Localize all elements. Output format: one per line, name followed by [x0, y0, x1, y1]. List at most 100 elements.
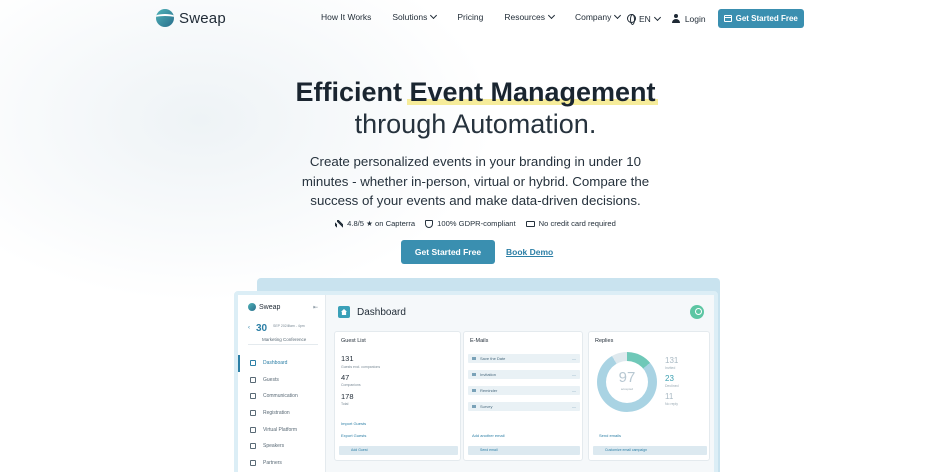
companion-label: Companions [341, 383, 361, 387]
email-invitation[interactable]: Invitation [468, 370, 580, 379]
hero-cta-row: Get Started Free Book Demo [401, 240, 553, 264]
user-icon [672, 14, 681, 23]
nav-label: Solutions [392, 12, 428, 22]
invited-label: Invited [665, 366, 676, 370]
book-demo-link[interactable]: Book Demo [506, 247, 553, 257]
event-name: Marketing Conference [262, 337, 307, 342]
no-reply-label: No reply [665, 402, 679, 406]
get-started-button[interactable]: Get Started Free [401, 240, 495, 264]
home-icon [338, 306, 350, 318]
nav-company[interactable]: Company [574, 11, 622, 22]
sweap-logo[interactable]: Sweap [156, 9, 226, 27]
nav-pricing[interactable]: Pricing [457, 12, 483, 22]
sidebar-item-label: Communication [263, 393, 298, 400]
companion-count: 47 [341, 373, 350, 382]
add-guest-button[interactable]: Add Guest [339, 446, 458, 455]
sidebar-item-registration[interactable]: Registration [238, 405, 326, 422]
email-survey[interactable]: Survey [468, 402, 580, 411]
sidebar-item-label: Dashboard [263, 360, 288, 367]
sidebar-item-virtual-platform[interactable]: Virtual Platform [238, 421, 326, 438]
globe-icon [627, 14, 636, 25]
credit-card-icon [525, 220, 535, 227]
add-email-link[interactable]: Add another email [472, 433, 504, 438]
hero-title-line1: Efficient Event Management [295, 77, 658, 107]
sidebar-item-guests[interactable]: Guests [238, 372, 326, 389]
send-email-button[interactable]: Send email [468, 446, 580, 455]
speaker-icon [250, 443, 256, 450]
declined-label: Declined [665, 384, 679, 388]
export-guests-link[interactable]: Export Guests [341, 433, 366, 438]
card-title: Replies [595, 338, 614, 344]
sidebar-item-label: Speakers [263, 443, 285, 450]
login-link[interactable]: Login [672, 14, 706, 24]
total-label: Total [341, 402, 349, 406]
sidebar-item-label: Partners [263, 459, 282, 466]
nav-right: EN Login Get Started Free [627, 9, 804, 28]
send-emails-link[interactable]: Send emails [599, 433, 621, 438]
form-icon [250, 410, 256, 417]
sidebar-item-communication[interactable]: Communication [238, 388, 326, 405]
language-selector[interactable]: EN [627, 13, 661, 25]
login-label: Login [684, 13, 706, 24]
declined-count: 23 [665, 374, 674, 383]
email-reminder[interactable]: Reminder [468, 386, 580, 395]
accepted-percent: 97 [618, 369, 636, 386]
no-reply-count: 11 [665, 392, 674, 401]
dashboard-sidebar: Sweap ⇤ ‹ 30 SEP 2024 9am - 4pm Marketin… [238, 295, 326, 472]
sidebar-item-speakers[interactable]: Speakers [238, 438, 326, 455]
sweap-logo-icon [248, 303, 256, 311]
nav-label: How It Works [321, 12, 372, 22]
import-guests-link[interactable]: Import Guests [341, 421, 366, 426]
avatar[interactable] [690, 305, 704, 319]
sidebar-item-label: Virtual Platform [263, 426, 298, 433]
event-selector[interactable]: ‹ 30 SEP 2024 9am - 4pm Marketing Confer… [248, 321, 318, 345]
sidebar-item-label: Guests [263, 376, 279, 383]
top-navigation: Sweap How It Works Solutions Pricing Res… [0, 0, 951, 36]
total-count: 178 [341, 392, 354, 401]
card-title: Guest List [341, 338, 366, 344]
nav-how-it-works[interactable]: How It Works [321, 12, 371, 22]
sidebar-item-label: Registration [263, 410, 290, 417]
brand-name: Sweap [179, 9, 226, 27]
dashboard-title: Dashboard [357, 306, 406, 318]
hero-subtitle: Create personalized events in your brand… [301, 154, 650, 208]
nav-resources[interactable]: Resources [504, 11, 556, 22]
dashboard-preview: Sweap ⇤ ‹ 30 SEP 2024 9am - 4pm Marketin… [234, 291, 718, 472]
guest-list-card: Guest List 131 Guests excl. companions 4… [334, 331, 461, 461]
hero-title-highlight: Event Management [407, 77, 658, 107]
nav-get-started-button[interactable]: Get Started Free [717, 9, 804, 28]
sweap-logo-icon [156, 9, 174, 27]
badge-label: 100% GDPR-compliant [437, 219, 516, 228]
nav-label: Company [574, 12, 612, 22]
mail-icon [250, 393, 256, 400]
dashboard-logo: Sweap [248, 303, 280, 311]
customize-campaign-button[interactable]: Customize email campaign [593, 446, 707, 455]
chevron-down-icon [653, 13, 661, 21]
back-icon[interactable]: ‹ [248, 325, 250, 331]
partners-icon [250, 459, 256, 466]
home-icon [250, 360, 256, 367]
nav-label: Pricing [457, 12, 484, 22]
hero-title-line2: through Automation. [354, 109, 597, 139]
sidebar-item-partners[interactable]: Partners [238, 455, 326, 472]
sidebar-item-dashboard[interactable]: Dashboard [238, 355, 326, 372]
event-month: SEP 2024 [273, 324, 289, 328]
trust-badges: 4.8/5 ★ on Capterra 100% GDPR-compliant … [0, 219, 951, 228]
users-icon [250, 376, 256, 383]
invited-count: 131 [665, 356, 679, 365]
badge-capterra: 4.8/5 ★ on Capterra [335, 219, 415, 228]
badge-label: 4.8/5 ★ on Capterra [347, 219, 416, 228]
nav-solutions[interactable]: Solutions [392, 11, 438, 22]
event-day: 30 [256, 323, 268, 334]
language-label: EN [639, 13, 651, 24]
email-save-the-date[interactable]: Save the Date [468, 354, 580, 363]
monitor-icon [250, 426, 256, 433]
sidebar-menu: Dashboard Guests Communication Registrat… [238, 355, 326, 471]
nav-links: How It Works Solutions Pricing Resources… [321, 11, 641, 22]
guest-count-label: Guests excl. companions [341, 365, 381, 369]
nav-label: Resources [504, 12, 545, 22]
shield-icon [425, 219, 434, 228]
collapse-icon[interactable]: ⇤ [313, 304, 318, 311]
replies-card: Replies 97 accepted 131 Invited 23 Decli… [588, 331, 710, 461]
calendar-icon [723, 15, 732, 22]
